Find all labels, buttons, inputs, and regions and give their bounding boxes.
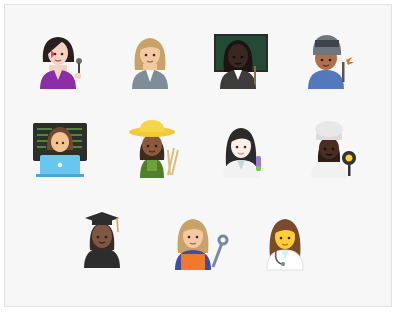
woman-mechanic-emoji	[175, 219, 229, 270]
emoji-grid	[33, 34, 356, 271]
woman-technologist-emoji	[33, 123, 87, 177]
woman-teacher-emoji	[214, 34, 268, 89]
woman-student-emoji	[84, 212, 120, 268]
woman-cook-emoji	[311, 121, 356, 178]
woman-health-worker-emoji	[266, 219, 304, 271]
woman-farmer-emoji	[129, 120, 179, 178]
woman-welder-emoji	[308, 35, 354, 89]
woman-office-worker-emoji	[132, 38, 168, 89]
woman-scientist-emoji	[223, 128, 261, 178]
woman-singer-emoji	[40, 37, 82, 89]
